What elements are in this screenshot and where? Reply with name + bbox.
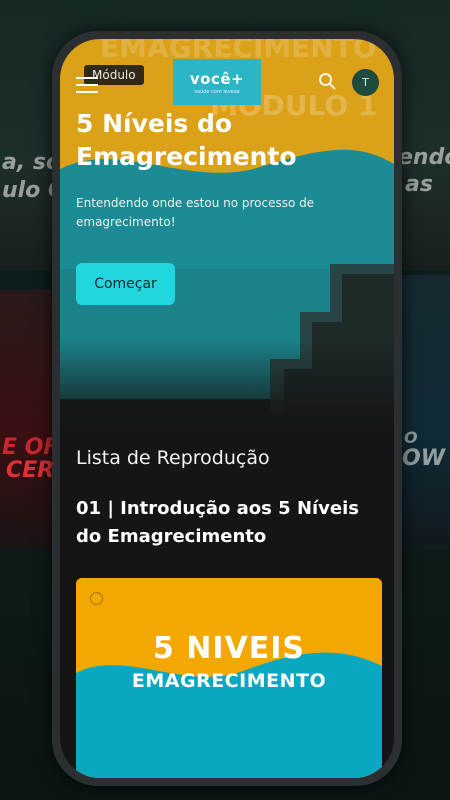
- hamburger-menu-icon[interactable]: [76, 77, 98, 95]
- episode-title[interactable]: 01 | Introdução aos 5 Níveis do Emagreci…: [76, 495, 376, 551]
- background-left-poster-text-2: CER: [6, 458, 55, 483]
- background-right-caption-2: as: [405, 172, 433, 197]
- thumbnail-select-radio[interactable]: [90, 592, 103, 605]
- background-right-poster-text: O: [404, 428, 418, 447]
- search-icon[interactable]: [318, 72, 336, 90]
- phone-screen: EMAGRECIMENTO MÓDULO 1 Módulo você+ saúd…: [60, 39, 394, 778]
- app-logo[interactable]: você+ saúde com leveza: [173, 59, 261, 105]
- playlist-heading: Lista de Reprodução: [76, 447, 270, 469]
- page-description: Entendendo onde estou no processo de ema…: [76, 196, 315, 229]
- thumbnail-title: 5 NIVEIS: [152, 631, 306, 666]
- background-right-poster-text-2: OW: [402, 446, 445, 471]
- background-left-poster-text: E OF: [2, 435, 59, 460]
- logo-subtext: saúde com leveza: [194, 88, 240, 95]
- thumbnail-subtitle: EMAGRECIMENTO: [131, 670, 327, 692]
- start-button[interactable]: Começar: [76, 263, 175, 305]
- background-right-caption: endo: [398, 145, 450, 170]
- episode-thumbnail[interactable]: 5 NIVEIS EMAGRECIMENTO: [76, 578, 382, 778]
- logo-text: você+: [189, 69, 245, 88]
- phone-frame: EMAGRECIMENTO MÓDULO 1 Módulo você+ saúd…: [52, 31, 402, 786]
- page-title: 5 Níveis do Emagrecimento: [76, 109, 297, 171]
- user-avatar[interactable]: T: [352, 69, 379, 96]
- background-left-poster: [0, 290, 60, 550]
